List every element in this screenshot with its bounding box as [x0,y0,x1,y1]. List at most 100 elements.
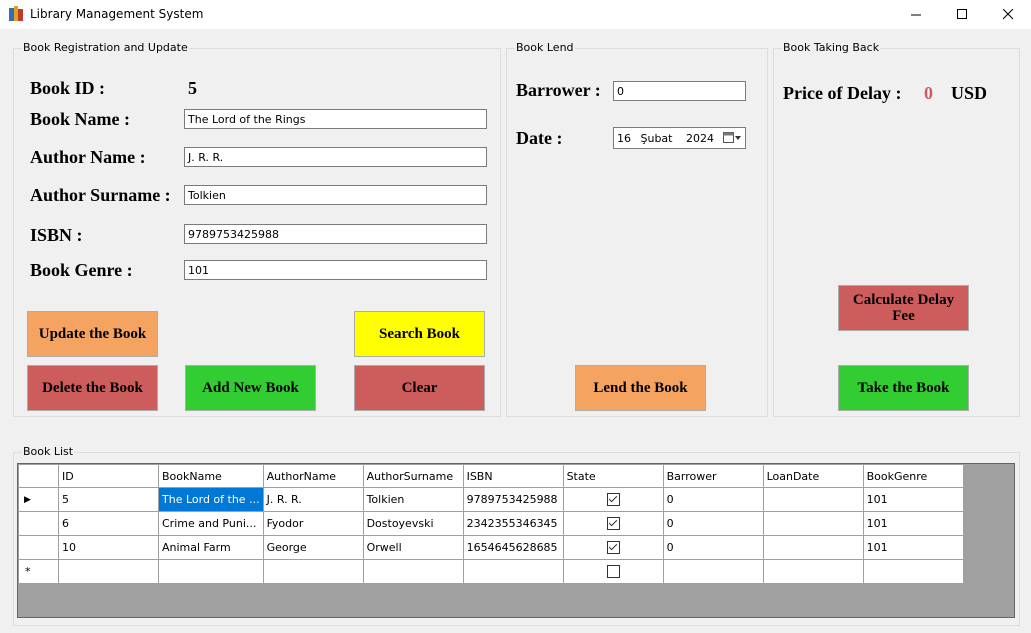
row-header[interactable] [18,535,59,560]
price-of-delay-value: 0 [924,83,933,103]
cell-authorname[interactable]: George [262,535,364,560]
date-picker[interactable]: 16 Şubat 2024 [613,127,746,149]
date-year: 2024 [686,132,714,145]
lend-group-label: Book Lend [515,41,575,54]
new-row-marker[interactable]: * [18,559,59,584]
cell-isbn[interactable]: 2342355346345 [462,511,564,536]
book-id-label: Book ID : [30,78,106,98]
cell-state[interactable] [562,511,664,536]
barrower-label: Barrower : [516,80,601,100]
barrower-input[interactable]: 0 [613,81,746,101]
table-row[interactable]: ▶ 5 The Lord of the ... J. R. R. Tolkien… [18,487,964,512]
table-header-row: ID BookName AuthorName AuthorSurname ISB… [18,464,964,488]
maximize-button[interactable] [939,0,985,29]
column-header-bookname[interactable]: BookName [158,464,264,488]
cell-bookgenre[interactable] [862,559,964,584]
cell-bookname[interactable] [158,559,264,584]
book-genre-input[interactable]: 101 [184,260,487,280]
window-title: Library Management System [30,7,204,21]
cell-state[interactable] [562,535,664,560]
cell-bookname[interactable]: The Lord of the ... [158,487,264,512]
book-table: ID BookName AuthorName AuthorSurname ISB… [18,464,964,584]
price-of-delay-label: Price of Delay : [783,83,902,103]
cell-barrower[interactable] [662,559,764,584]
cell-authorname[interactable] [262,559,364,584]
cell-bookgenre[interactable]: 101 [862,487,964,512]
cell-bookname[interactable]: Animal Farm [158,535,264,560]
cell-loandate[interactable] [762,535,864,560]
table-row[interactable]: 10 Animal Farm George Orwell 16546456286… [18,535,964,560]
cell-authorsurname[interactable]: Orwell [362,535,464,560]
cell-state[interactable] [562,487,664,512]
cell-bookgenre[interactable]: 101 [862,511,964,536]
cell-loandate[interactable] [762,511,864,536]
cell-authorname[interactable]: J. R. R. [262,487,364,512]
column-header-authorname[interactable]: AuthorName [262,464,364,488]
column-header-authorsurname[interactable]: AuthorSurname [362,464,464,488]
book-genre-label: Book Genre : [30,260,133,280]
cell-id[interactable] [58,559,159,584]
cell-isbn[interactable]: 1654645628685 [462,535,564,560]
delete-book-button[interactable]: Delete the Book [27,365,158,411]
date-day: 16 [617,132,631,145]
author-surname-input[interactable]: Tolkien [184,185,487,205]
state-checkbox[interactable] [606,541,620,555]
cell-id[interactable]: 6 [58,511,159,536]
table-row[interactable]: 6 Crime and Puni... Fyodor Dostoyevski 2… [18,511,964,536]
cell-barrower[interactable]: 0 [662,535,764,560]
cell-authorsurname[interactable]: Tolkien [362,487,464,512]
cell-state[interactable] [562,559,664,584]
calendar-dropdown-icon[interactable] [723,132,741,144]
update-book-button[interactable]: Update the Book [27,311,158,357]
cell-bookgenre[interactable]: 101 [862,535,964,560]
isbn-input[interactable]: 9789753425988 [184,224,487,244]
minimize-icon [910,14,921,16]
registration-group-label: Book Registration and Update [22,41,189,54]
calculate-delay-fee-button[interactable]: Calculate Delay Fee [838,285,969,331]
isbn-label: ISBN : [30,225,83,245]
column-header-bookgenre[interactable]: BookGenre [862,464,964,488]
maximize-icon [956,9,967,19]
cell-id[interactable]: 5 [58,487,159,512]
cell-id[interactable]: 10 [58,535,159,560]
cell-isbn[interactable]: 9789753425988 [462,487,564,512]
cell-barrower[interactable]: 0 [662,487,764,512]
column-header-id[interactable]: ID [58,464,159,488]
cell-isbn[interactable] [462,559,564,584]
row-header-corner[interactable] [18,464,59,488]
state-checkbox[interactable] [606,493,620,507]
state-checkbox[interactable] [606,565,620,579]
author-surname-label: Author Surname : [30,185,171,205]
search-book-button[interactable]: Search Book [354,311,485,357]
close-button[interactable] [985,0,1031,29]
cell-authorsurname[interactable]: Dostoyevski [362,511,464,536]
book-name-input[interactable]: The Lord of the Rings [184,109,487,129]
cell-barrower[interactable]: 0 [662,511,764,536]
cell-loandate[interactable] [762,559,864,584]
row-header[interactable] [18,511,59,536]
add-new-book-button[interactable]: Add New Book [185,365,316,411]
cell-bookname[interactable]: Crime and Puni... [158,511,264,536]
taking-back-group-label: Book Taking Back [782,41,881,54]
author-name-input[interactable]: J. R. R. [184,147,487,167]
book-list-group-label: Book List [22,445,75,458]
state-checkbox[interactable] [606,517,620,531]
table-new-row[interactable]: * [18,559,964,584]
row-selected-marker[interactable]: ▶ [18,487,59,512]
column-header-loandate[interactable]: LoanDate [762,464,864,488]
book-data-grid[interactable]: ID BookName AuthorName AuthorSurname ISB… [17,463,1015,618]
column-header-isbn[interactable]: ISBN [462,464,564,488]
clear-button[interactable]: Clear [354,365,485,411]
title-bar: Library Management System [0,0,1031,29]
minimize-button[interactable] [893,0,939,29]
cell-authorsurname[interactable] [362,559,464,584]
column-header-state[interactable]: State [562,464,664,488]
column-header-barrower[interactable]: Barrower [662,464,764,488]
lend-book-button[interactable]: Lend the Book [575,365,706,411]
date-label: Date : [516,128,563,148]
cell-authorname[interactable]: Fyodor [262,511,364,536]
cell-loandate[interactable] [762,487,864,512]
take-book-button[interactable]: Take the Book [838,365,969,411]
currency-label: USD [951,83,988,103]
book-id-value: 5 [188,78,197,98]
